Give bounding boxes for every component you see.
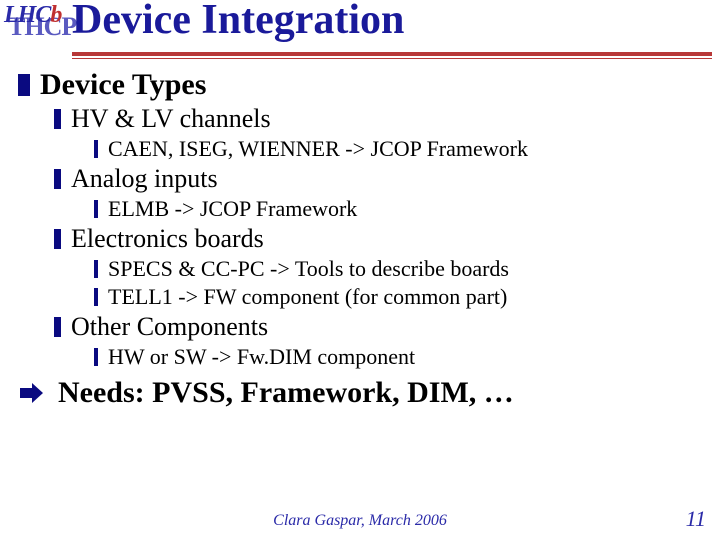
bullet-l2-icon bbox=[54, 169, 61, 189]
slide-header: THCP LHCb Device Integration bbox=[0, 0, 720, 62]
subitem-text: TELL1 -> FW component (for common part) bbox=[108, 284, 507, 309]
slide-content: Device Types HV & LV channels CAEN, ISEG… bbox=[0, 68, 720, 414]
item-label: Analog inputs bbox=[71, 164, 218, 193]
conclusion-row: Needs: PVSS, Framework, DIM, … bbox=[18, 376, 720, 414]
subitem: HW or SW -> Fw.DIM component bbox=[94, 344, 720, 370]
bullet-l3-icon bbox=[94, 348, 98, 366]
item-label: Electronics boards bbox=[71, 224, 264, 253]
item-other: Other Components bbox=[54, 312, 720, 342]
item-analog: Analog inputs bbox=[54, 164, 720, 194]
bullet-l3-icon bbox=[94, 260, 98, 278]
subitem: ELMB -> JCOP Framework bbox=[94, 196, 720, 222]
item-label: Other Components bbox=[71, 312, 268, 341]
item-electronics: Electronics boards bbox=[54, 224, 720, 254]
logo-front-text: LHCb bbox=[4, 2, 61, 29]
conclusion-text: Needs: PVSS, Framework, DIM, … bbox=[58, 376, 514, 409]
slide-title: Device Integration bbox=[72, 0, 404, 44]
header-rule-thick bbox=[72, 52, 712, 56]
subitem: TELL1 -> FW component (for common part) bbox=[94, 284, 720, 310]
bullet-l3-icon bbox=[94, 288, 98, 306]
item-hv-lv: HV & LV channels bbox=[54, 104, 720, 134]
header-rule-thin bbox=[72, 58, 712, 59]
item-label: HV & LV channels bbox=[71, 104, 271, 133]
bullet-l3-icon bbox=[94, 200, 98, 218]
subitem-text: ELMB -> JCOP Framework bbox=[108, 196, 357, 221]
lhcb-logo: THCP LHCb bbox=[4, 2, 64, 48]
bullet-l1-icon bbox=[18, 74, 30, 96]
section-heading-text: Device Types bbox=[40, 68, 206, 101]
bullet-l2-icon bbox=[54, 109, 61, 129]
arrow-right-icon bbox=[18, 380, 44, 414]
logo-lhc: LHC bbox=[4, 2, 50, 28]
subitem-text: HW or SW -> Fw.DIM component bbox=[108, 344, 415, 369]
section-heading: Device Types bbox=[18, 68, 720, 102]
subitem-text: CAEN, ISEG, WIENNER -> JCOP Framework bbox=[108, 136, 528, 161]
subitem: CAEN, ISEG, WIENNER -> JCOP Framework bbox=[94, 136, 720, 162]
bullet-l3-icon bbox=[94, 140, 98, 158]
footer-credit: Clara Gaspar, March 2006 bbox=[0, 512, 720, 530]
bullet-l2-icon bbox=[54, 229, 61, 249]
subitem-text: SPECS & CC-PC -> Tools to describe board… bbox=[108, 256, 509, 281]
subitem: SPECS & CC-PC -> Tools to describe board… bbox=[94, 256, 720, 282]
bullet-l2-icon bbox=[54, 317, 61, 337]
logo-b: b bbox=[50, 2, 61, 28]
page-number: 11 bbox=[686, 506, 706, 532]
